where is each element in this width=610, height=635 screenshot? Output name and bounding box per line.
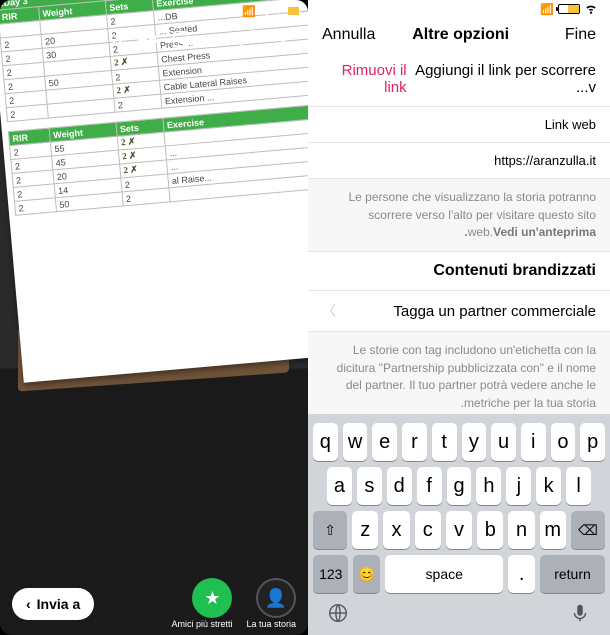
key-emoji[interactable]: 😊 (353, 555, 380, 593)
key-n[interactable]: n (508, 511, 534, 549)
save-icon[interactable] (272, 28, 294, 50)
key-z[interactable]: z (352, 511, 378, 549)
status-bar-dark: 📶 (0, 0, 308, 22)
key-x[interactable]: x (383, 511, 409, 549)
nav-bar: Annulla Altre opzioni Fine (308, 18, 610, 52)
wifi-icon (584, 1, 598, 18)
key-v[interactable]: v (446, 511, 472, 549)
cell-icon: 📶 (242, 5, 256, 18)
key-i[interactable]: i (521, 423, 546, 461)
share-bar: 👤 La tua storia ★ Amici più stretti Invi… (0, 578, 308, 629)
key-b[interactable]: b (477, 511, 503, 549)
workout-sheet: Day 3: ExerciseSetsWeightRIR DB...2 Seat… (0, 0, 308, 376)
kbd-row-3: ⇧ z x c v b n m ⌫ (311, 508, 607, 552)
key-t[interactable]: t (432, 423, 457, 461)
chevron-right-icon: › (26, 596, 31, 612)
swipe-link-row: Aggiungi il link per scorrere v... Rimuo… (308, 52, 610, 107)
key-y[interactable]: y (462, 423, 487, 461)
brand-help: Le storie con tag includono un'etichetta… (308, 332, 610, 414)
send-to-button[interactable]: Invia a › (12, 588, 94, 620)
key-f[interactable]: f (417, 467, 442, 505)
story-editor: Day 3: ExerciseSetsWeightRIR DB...2 Seat… (0, 0, 308, 635)
key-numbers[interactable]: 123 (313, 555, 348, 593)
mic-icon[interactable] (569, 602, 591, 629)
done-button[interactable]: Fine (546, 26, 596, 44)
key-space[interactable]: space (385, 555, 503, 593)
key-j[interactable]: j (506, 467, 531, 505)
key-a[interactable]: a (327, 467, 352, 505)
key-m[interactable]: m (540, 511, 566, 549)
kbd-row-4: 123 😊 space . return (311, 552, 607, 596)
key-e[interactable]: e (372, 423, 397, 461)
page-title: Altre opzioni (412, 26, 509, 44)
swipe-link-title: Aggiungi il link per scorrere v... (407, 62, 596, 96)
battery-icon (558, 4, 580, 14)
key-r[interactable]: r (402, 423, 427, 461)
kbd-row-1: q w e r t y u i o p (311, 420, 607, 464)
key-k[interactable]: k (536, 467, 561, 505)
link-field-label: Link web (308, 107, 610, 143)
kbd-row-2: a s d f g h j k l (311, 464, 607, 508)
key-shift[interactable]: ⇧ (313, 511, 347, 549)
key-c[interactable]: c (415, 511, 441, 549)
avatar: 👤 (256, 578, 296, 618)
chevron-right-icon: 〉 (322, 301, 336, 321)
battery-icon (278, 6, 300, 16)
key-u[interactable]: u (491, 423, 516, 461)
cancel-button[interactable]: Annulla (322, 26, 375, 44)
link-icon[interactable] (238, 28, 260, 50)
globe-icon[interactable] (327, 602, 349, 629)
draw-icon[interactable] (204, 28, 226, 50)
remove-link-button[interactable]: Rimuovi il link (322, 62, 407, 96)
key-q[interactable]: q (313, 423, 338, 461)
key-h[interactable]: h (476, 467, 501, 505)
key-d[interactable]: d (387, 467, 412, 505)
ios-keyboard[interactable]: q w e r t y u i o p a s d f g h j k l ⇧ … (308, 414, 610, 635)
link-help: Le persone che visualizzano la storia po… (308, 179, 610, 251)
key-s[interactable]: s (357, 467, 382, 505)
key-return[interactable]: return (540, 555, 605, 593)
star-icon: ★ (192, 578, 232, 618)
wifi-icon (260, 3, 274, 20)
close-friends-button[interactable]: ★ Amici più stretti (171, 578, 232, 629)
link-url-input[interactable]: https://aranzulla.it (308, 143, 610, 179)
story-photo[interactable]: Day 3: ExerciseSetsWeightRIR DB...2 Seat… (0, 0, 308, 635)
story-toolbar: Aa × (0, 26, 308, 52)
key-w[interactable]: w (343, 423, 368, 461)
close-icon[interactable]: × (111, 26, 124, 52)
key-g[interactable]: g (447, 467, 472, 505)
more-options-panel: 📶 Annulla Altre opzioni Fine Aggiungi il… (308, 0, 610, 635)
cell-icon: 📶 (540, 3, 554, 16)
key-p[interactable]: p (580, 423, 605, 461)
key-dot[interactable]: . (508, 555, 535, 593)
key-o[interactable]: o (551, 423, 576, 461)
tag-partner-row[interactable]: Tagga un partner commerciale 〉 (308, 291, 610, 332)
your-story-button[interactable]: 👤 La tua storia (246, 578, 296, 629)
key-backspace[interactable]: ⌫ (571, 511, 605, 549)
branded-section-header: Contenuti brandizzati (308, 251, 610, 291)
status-bar: 📶 (308, 0, 610, 18)
sticker-icon[interactable] (170, 28, 192, 50)
text-tool[interactable]: Aa (136, 28, 158, 50)
key-l[interactable]: l (566, 467, 591, 505)
